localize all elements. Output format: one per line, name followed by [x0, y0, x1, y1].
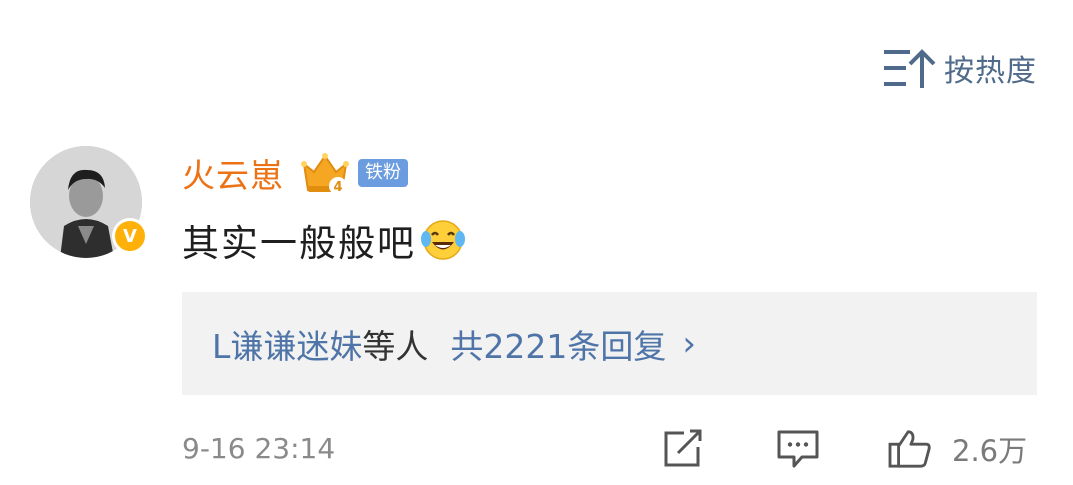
- timestamp: 9-16 23:14: [182, 432, 336, 465]
- crown-level-4-icon: 4: [301, 153, 349, 195]
- sort-label: 按热度: [944, 54, 1037, 89]
- comment-header: 火云崽 4 铁粉: [182, 150, 408, 196]
- fan-badge: 铁粉: [358, 159, 408, 187]
- laugh-cry-emoji: [421, 220, 465, 260]
- replies-summary[interactable]: L谦谦迷妹 等人 共2221条回复 ›: [182, 292, 1037, 395]
- replies-line: L谦谦迷妹 等人 共2221条回复 ›: [212, 320, 696, 368]
- share-button[interactable]: [662, 428, 706, 470]
- comment-body: 其实一般般吧: [182, 212, 466, 268]
- chevron-right-icon: ›: [682, 323, 696, 364]
- sort-by-heat-button[interactable]: 按热度: [882, 44, 1037, 92]
- reply-user-link[interactable]: L谦谦迷妹: [212, 320, 362, 368]
- avatar-container: V: [30, 146, 148, 258]
- username[interactable]: 火云崽: [182, 149, 284, 197]
- share-icon: [664, 429, 702, 467]
- comment-text: 其实一般般吧: [182, 222, 416, 265]
- crown-level: 4: [333, 180, 342, 195]
- comment-button[interactable]: [776, 428, 820, 470]
- like-count: 2.6万: [952, 434, 1028, 468]
- thumbs-up-icon: [888, 430, 931, 468]
- verified-v-badge: V: [123, 225, 137, 247]
- like-button[interactable]: 2.6万: [886, 428, 1027, 470]
- comment-footer: 9-16 23:14 2.6万: [182, 424, 1037, 472]
- sort-up-icon: [884, 49, 936, 88]
- reply-suffix: 等人: [362, 326, 429, 366]
- comment-icon: [777, 430, 819, 468]
- verified-badge: V: [112, 218, 148, 254]
- reply-count-link[interactable]: 共2221条回复: [450, 320, 666, 368]
